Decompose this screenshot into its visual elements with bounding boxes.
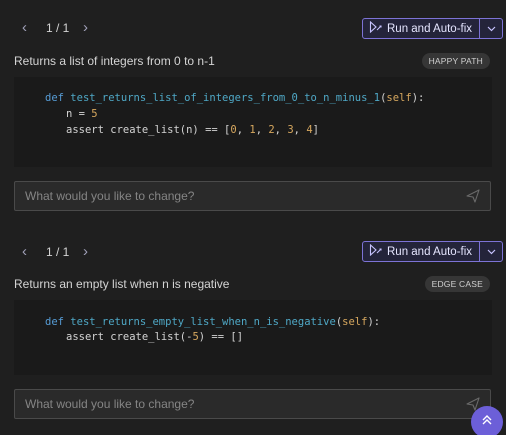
- code-text: ,: [236, 124, 250, 136]
- description-variable: n: [162, 277, 169, 291]
- input-placeholder: What would you like to change?: [25, 397, 195, 411]
- code-self: self: [386, 92, 412, 104]
- run-autofix-icon: [369, 243, 382, 259]
- code-punctuation: ):: [411, 92, 425, 104]
- chevron-left-icon[interactable]: ‹: [22, 20, 27, 36]
- chevron-down-icon[interactable]: [480, 242, 502, 261]
- code-text: assert create_list(n) == [: [66, 124, 231, 136]
- run-and-autofix-button[interactable]: Run and Auto-fix: [362, 18, 504, 39]
- description-text: is negative: [168, 277, 230, 291]
- code-function-name: test_returns_empty_list_when_n_is_negati…: [70, 316, 336, 328]
- test-description: Returns a list of integers from 0 to n-1: [14, 54, 215, 68]
- code-keyword: def: [45, 92, 64, 104]
- code-text: n =: [66, 108, 92, 120]
- code-text: ,: [293, 124, 307, 136]
- chevron-right-icon[interactable]: ›: [83, 244, 88, 260]
- run-autofix-icon: [369, 20, 382, 36]
- code-line-1: def test_returns_list_of_integers_from_0…: [45, 91, 424, 105]
- code-line-2: n = 5: [66, 107, 98, 121]
- code-line-1: def test_returns_empty_list_when_n_is_ne…: [45, 315, 380, 329]
- code-text: ,: [274, 124, 288, 136]
- code-text: ]: [312, 124, 319, 136]
- code-line-2: assert create_list(-5) == []: [66, 330, 243, 344]
- status-badge: EDGE CASE: [424, 276, 490, 292]
- run-and-autofix-label: Run and Auto-fix: [387, 22, 473, 35]
- code-text: assert create_list(-: [66, 331, 193, 343]
- code-punctuation: ):: [367, 316, 381, 328]
- code-text: ) == []: [198, 331, 244, 343]
- run-and-autofix-main[interactable]: Run and Auto-fix: [363, 242, 479, 261]
- chevron-right-icon[interactable]: ›: [83, 20, 88, 36]
- change-request-input[interactable]: What would you like to change?: [14, 181, 491, 211]
- double-chevron-up-icon: [480, 413, 494, 432]
- code-keyword: def: [45, 316, 64, 328]
- pager-count: 1 / 1: [46, 245, 70, 259]
- code-block: def test_returns_list_of_integers_from_0…: [14, 77, 492, 167]
- scroll-to-top-button[interactable]: [471, 406, 503, 435]
- code-self: self: [342, 316, 368, 328]
- chevron-left-icon[interactable]: ‹: [22, 244, 27, 260]
- code-line-3: assert create_list(n) == [0, 1, 2, 3, 4]: [66, 123, 319, 137]
- pager-count: 1 / 1: [46, 21, 70, 35]
- code-number: 5: [91, 108, 98, 120]
- test-description: Returns an empty list when n is negative: [14, 276, 229, 292]
- code-function-name: test_returns_list_of_integers_from_0_to_…: [70, 92, 381, 104]
- description-text: Returns an empty list when: [14, 277, 163, 291]
- code-block: def test_returns_empty_list_when_n_is_ne…: [14, 300, 492, 375]
- run-and-autofix-label: Run and Auto-fix: [387, 245, 473, 258]
- chevron-down-icon[interactable]: [480, 19, 502, 38]
- send-icon[interactable]: [466, 189, 480, 203]
- input-placeholder: What would you like to change?: [25, 189, 195, 203]
- change-request-input[interactable]: What would you like to change?: [14, 389, 491, 419]
- code-text: ,: [255, 124, 269, 136]
- run-and-autofix-button[interactable]: Run and Auto-fix: [362, 241, 504, 262]
- status-badge: HAPPY PATH: [421, 53, 490, 69]
- run-and-autofix-main[interactable]: Run and Auto-fix: [363, 19, 479, 38]
